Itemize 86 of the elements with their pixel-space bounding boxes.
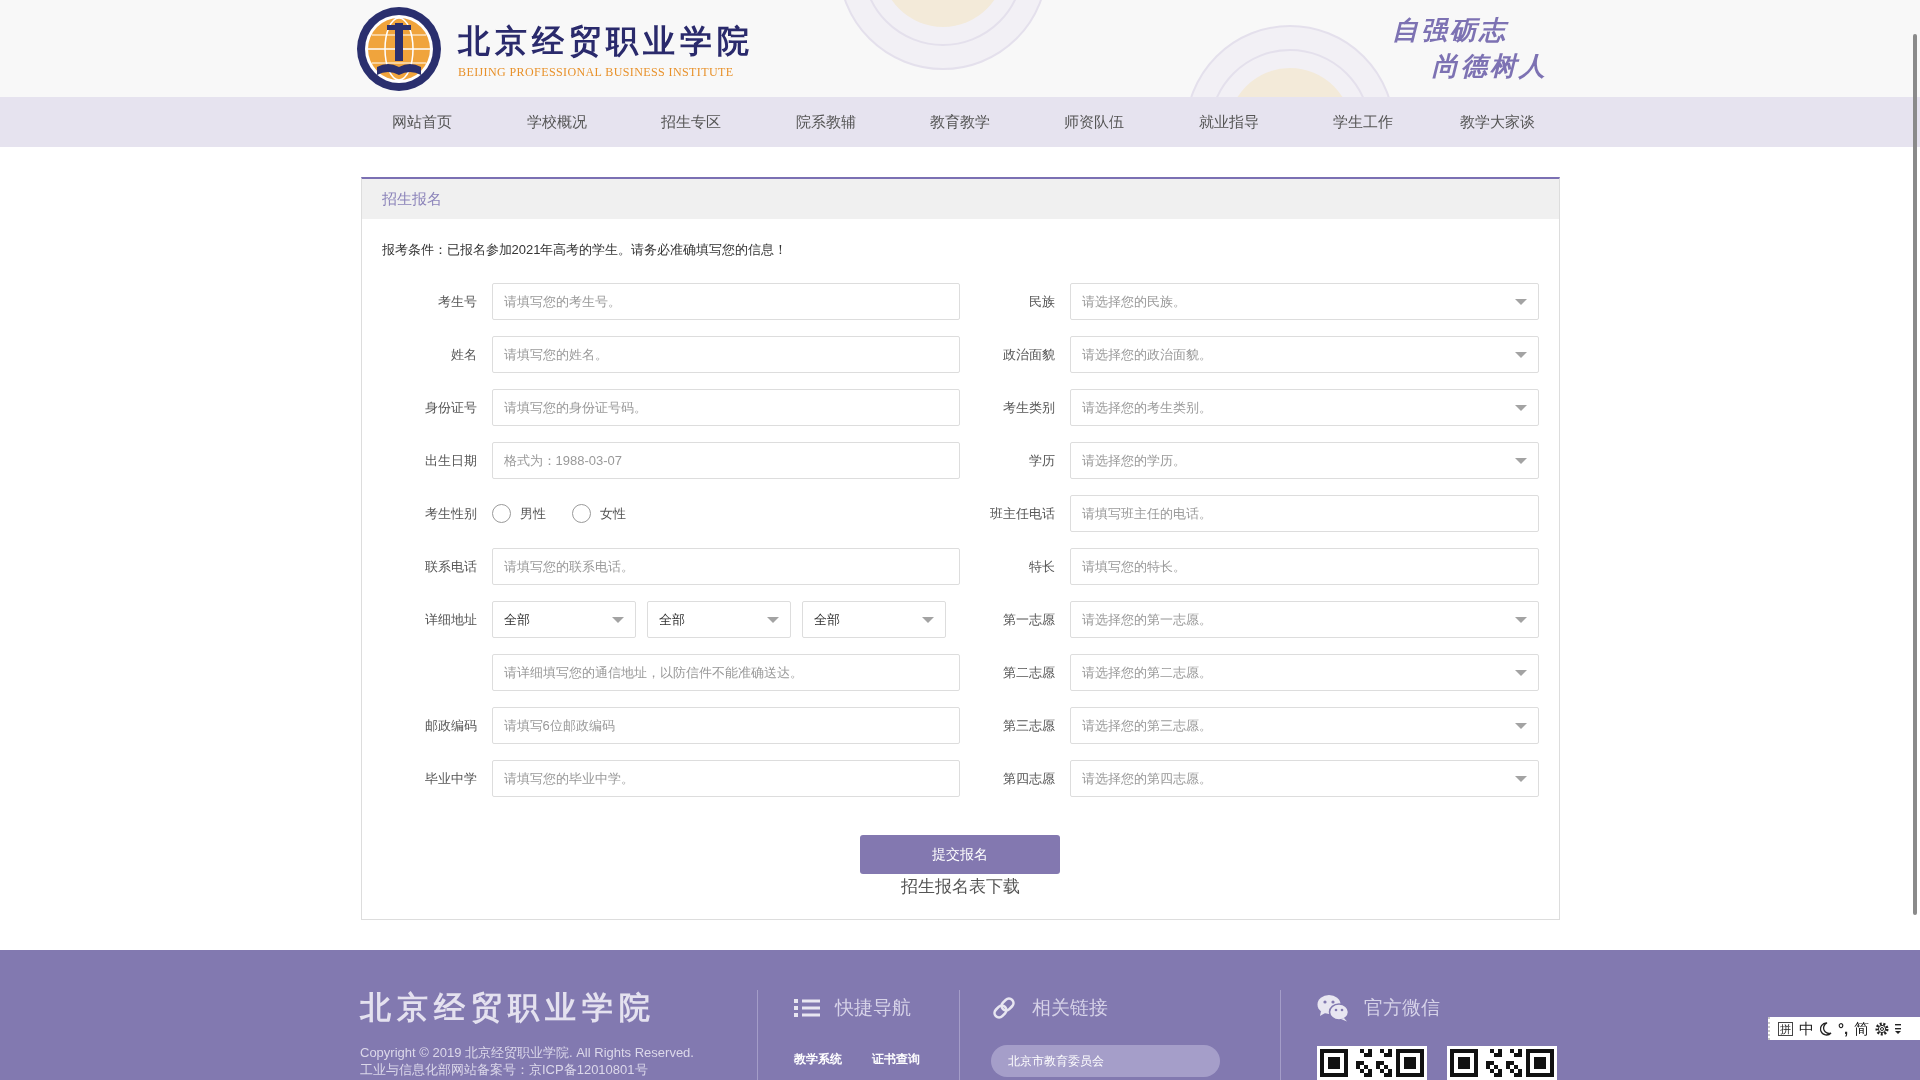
input-field[interactable]: 请填写6位邮政编码 [491,707,960,744]
caret-icon [766,616,779,623]
notice-text: 报考条件：已报名参加2021年高考的学生。请务必准确填写您的信息！ [381,241,789,259]
field-label: 学历 [1029,451,1055,470]
punctuation-toggle[interactable]: °, [1838,1019,1849,1038]
footer-logo-text: 北京经贸职业学院 [360,990,656,1026]
footer-link[interactable]: 证书查询 [872,1051,920,1067]
input-mode-toggle[interactable]: 拼 [1778,1021,1793,1036]
radio-label[interactable]: 女性 [599,504,626,523]
slogan-text: 自强砺志 [1392,14,1508,47]
radio-label[interactable]: 男性 [519,504,546,523]
field-label: 详细地址 [424,610,477,629]
chat-icon [1317,994,1349,1022]
caret-icon [1514,775,1527,782]
nav-link[interactable]: 网站首页 [392,112,453,132]
icp-text: 工业与信息化部网站备案号：京ICP备12010801号 [360,1061,648,1078]
caret-icon [921,616,934,623]
input-field[interactable]: 请填写您的考生号。 [491,283,960,320]
qr-code-icon [1447,1046,1557,1080]
caret-icon [1514,669,1527,676]
field-label: 考生号 [437,292,477,311]
more-icon[interactable] [1895,1022,1902,1035]
nav-link[interactable]: 教育教学 [930,112,990,132]
caret-icon [1514,404,1527,411]
input-field[interactable]: 请详细填写您的通信地址，以防信件不能准确送达。 [491,654,960,691]
field-label: 毕业中学 [424,769,477,788]
caret-icon [1514,351,1527,358]
radio-button[interactable] [571,504,591,523]
nav-link[interactable]: 学生工作 [1333,112,1394,132]
section-title: 快捷导航 [835,996,911,1020]
caret-icon [1514,722,1527,729]
panel-header: 招生报名 [361,179,1559,219]
field-label: 民族 [1029,292,1055,311]
caret-icon [1514,616,1527,623]
site-title: 北京经贸职业学院 [458,22,754,60]
site-subtitle: BEIJING PROFESSIONAL BUSINESS INSTITUTE [458,65,735,79]
footer-link[interactable]: 教学系统 [794,1051,842,1067]
field-label: 邮政编码 [424,716,477,735]
dropdown[interactable]: 全部 [801,601,946,638]
caret-icon [1514,298,1527,305]
list-icon [794,998,820,1018]
field-label: 第三志愿 [1003,716,1055,735]
field-label: 第一志愿 [1003,610,1055,629]
submit-button[interactable]: 提交报名 [860,835,1060,874]
caret-icon [611,616,624,623]
field-label: 第四志愿 [1003,769,1055,788]
nav-link[interactable]: 师资队伍 [1064,112,1125,132]
nav-link[interactable]: 学校概况 [526,112,587,132]
input-field[interactable]: 请填写您的身份证号码。 [491,389,960,426]
input-field[interactable]: 请填写您的特长。 [1070,548,1539,585]
nav-link[interactable]: 院系教辅 [795,112,856,132]
caret-icon [1514,457,1527,464]
input-field[interactable]: 请填写班主任的电话。 [1070,495,1539,532]
qr-code-icon [1317,1046,1427,1080]
field-label: 姓名 [450,345,477,364]
field-label: 考生类别 [1003,398,1055,417]
nav-link[interactable]: 就业指导 [1198,112,1259,132]
input-field[interactable]: 请填写您的联系电话。 [491,548,960,585]
field-label: 出生日期 [424,451,477,470]
dropdown[interactable]: 全部 [646,601,791,638]
link-icon [991,995,1017,1021]
field-label: 特长 [1029,557,1055,576]
nav-link[interactable]: 招生专区 [661,112,722,132]
settings-icon[interactable] [1875,1021,1890,1036]
field-label: 身份证号 [424,398,477,417]
input-field[interactable]: 格式为：1988-03-07 [491,442,960,479]
copyright-text: Copyright © 2019 北京经贸职业学院. All Rights Reserved. [360,1044,694,1061]
input-field[interactable]: 请填写您的毕业中学。 [491,760,960,797]
field-label: 考生性别 [424,504,477,523]
field-label: 政治面貌 [1003,345,1055,364]
input-field[interactable]: 请填写您的姓名。 [491,336,960,373]
scrollbar-thumb[interactable] [1913,34,1917,915]
emblem-icon [357,6,441,91]
slogan-text: 尚德树人 [1432,50,1548,83]
section-title: 相关链接 [1032,996,1108,1020]
field-label: 班主任电话 [990,504,1055,523]
moon-icon[interactable] [1820,1021,1832,1036]
section-title: 官方微信 [1364,996,1440,1020]
download-link[interactable]: 招生报名表下载 [900,875,1020,899]
field-label: 第二志愿 [1003,663,1055,682]
dropdown[interactable]: 全部 [491,601,636,638]
field-label: 联系电话 [424,557,477,576]
language-toggle[interactable]: 中 [1799,1019,1814,1038]
radio-button[interactable] [491,504,511,523]
script-toggle[interactable]: 简 [1854,1019,1870,1038]
nav-link[interactable]: 教学大家谈 [1460,112,1536,132]
